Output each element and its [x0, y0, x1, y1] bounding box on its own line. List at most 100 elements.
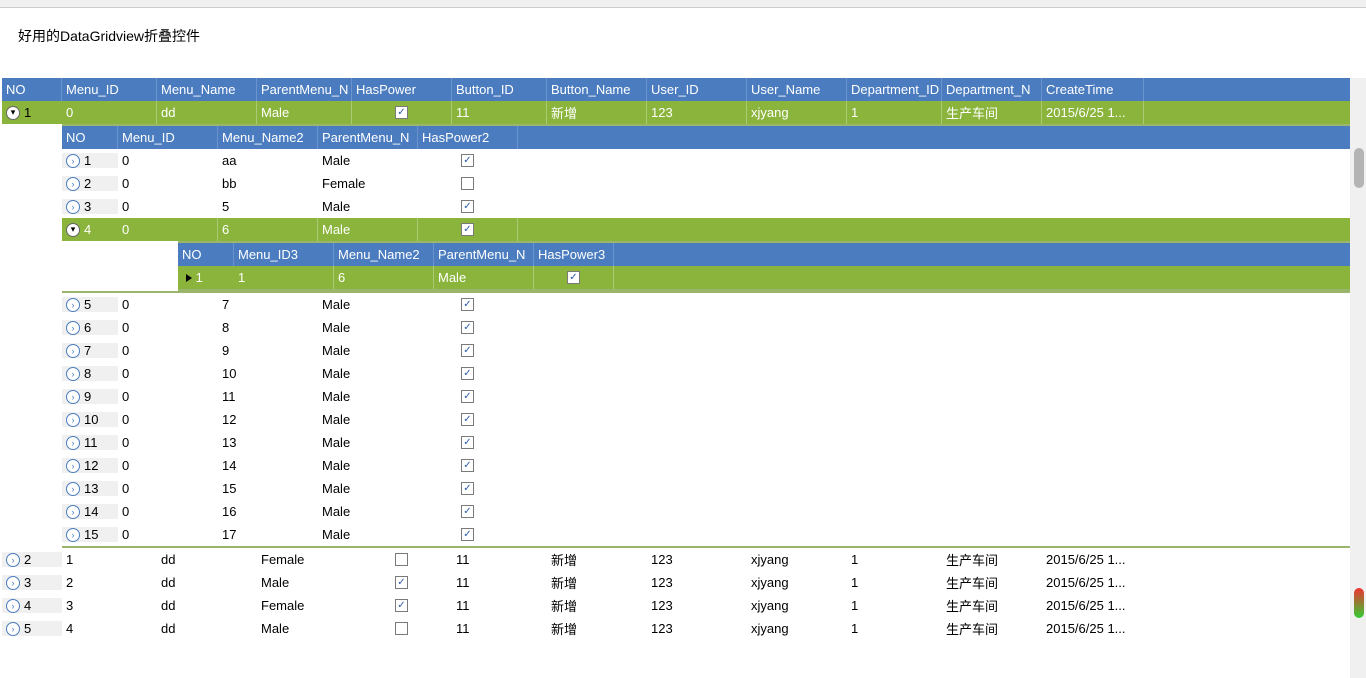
row-header[interactable]: ›2: [62, 176, 118, 191]
checkbox-icon[interactable]: [395, 553, 408, 566]
expand-icon[interactable]: ›: [6, 553, 20, 567]
table-row[interactable]: ›709Male: [62, 339, 1364, 362]
col-header[interactable]: Menu_Name: [157, 78, 257, 101]
expand-icon[interactable]: ›: [66, 154, 80, 168]
col-header[interactable]: User_Name: [747, 78, 847, 101]
table-row[interactable]: ▾10ddMale11新增123xjyang1生产车间2015/6/25 1..…: [2, 101, 1364, 124]
row-header[interactable]: ›9: [62, 389, 118, 404]
row-header[interactable]: ›7: [62, 343, 118, 358]
table-row[interactable]: ›20bbFemale: [62, 172, 1364, 195]
table-row[interactable]: ›507Male: [62, 293, 1364, 316]
expand-icon[interactable]: ›: [66, 390, 80, 404]
col-header[interactable]: Menu_ID3: [234, 243, 334, 266]
expand-icon[interactable]: ›: [6, 599, 20, 613]
expand-icon[interactable]: ›: [66, 298, 80, 312]
col-header[interactable]: NO: [2, 78, 62, 101]
table-row[interactable]: ›608Male: [62, 316, 1364, 339]
col-header[interactable]: Menu_Name2: [218, 126, 318, 149]
col-header[interactable]: ParentMenu_N: [318, 126, 418, 149]
table-row[interactable]: 116Male: [178, 266, 1364, 289]
table-row[interactable]: ›9011Male: [62, 385, 1364, 408]
table-row[interactable]: ›32ddMale11新增123xjyang1生产车间2015/6/25 1..…: [2, 571, 1364, 594]
col-header[interactable]: Button_Name: [547, 78, 647, 101]
expand-icon[interactable]: ›: [66, 200, 80, 214]
table-row[interactable]: ›305Male: [62, 195, 1364, 218]
table-row[interactable]: ›13015Male: [62, 477, 1364, 500]
expand-icon[interactable]: ›: [66, 436, 80, 450]
col-header[interactable]: ParentMenu_N: [434, 243, 534, 266]
row-header[interactable]: ›5: [2, 621, 62, 636]
col-header[interactable]: Menu_ID: [62, 78, 157, 101]
checkbox-icon[interactable]: [461, 436, 474, 449]
checkbox-icon[interactable]: [395, 106, 408, 119]
checkbox-icon[interactable]: [461, 200, 474, 213]
checkbox-icon[interactable]: [461, 505, 474, 518]
expand-icon[interactable]: ›: [66, 367, 80, 381]
row-header[interactable]: ›2: [2, 552, 62, 567]
checkbox-icon[interactable]: [461, 390, 474, 403]
checkbox-icon[interactable]: [395, 599, 408, 612]
checkbox-icon[interactable]: [461, 344, 474, 357]
row-header[interactable]: ›10: [62, 412, 118, 427]
row-header[interactable]: ›3: [2, 575, 62, 590]
table-row[interactable]: ▾406Male: [62, 218, 1364, 241]
checkbox-icon[interactable]: [395, 622, 408, 635]
collapse-icon[interactable]: ▾: [6, 106, 20, 120]
expand-icon[interactable]: ›: [6, 576, 20, 590]
row-header[interactable]: ›4: [2, 598, 62, 613]
col-header[interactable]: CreateTime: [1042, 78, 1144, 101]
row-header[interactable]: ›6: [62, 320, 118, 335]
checkbox-icon[interactable]: [461, 528, 474, 541]
col-header[interactable]: NO: [178, 243, 234, 266]
col-header[interactable]: NO: [62, 126, 118, 149]
row-header[interactable]: ›3: [62, 199, 118, 214]
col-header[interactable]: ParentMenu_N: [257, 78, 352, 101]
table-row[interactable]: ›21ddFemale11新增123xjyang1生产车间2015/6/25 1…: [2, 548, 1364, 571]
col-header[interactable]: Department_ID: [847, 78, 942, 101]
checkbox-icon[interactable]: [461, 177, 474, 190]
col-header[interactable]: HasPower: [352, 78, 452, 101]
col-header[interactable]: Button_ID: [452, 78, 547, 101]
vertical-scrollbar[interactable]: [1350, 78, 1366, 678]
expand-icon[interactable]: ›: [66, 505, 80, 519]
expand-icon[interactable]: ›: [66, 459, 80, 473]
row-header[interactable]: ›13: [62, 481, 118, 496]
table-row[interactable]: ›10aaMale: [62, 149, 1364, 172]
checkbox-icon[interactable]: [461, 321, 474, 334]
collapse-icon[interactable]: ▾: [66, 223, 80, 237]
scroll-thumb[interactable]: [1354, 148, 1364, 188]
table-row[interactable]: ›14016Male: [62, 500, 1364, 523]
col-header[interactable]: User_ID: [647, 78, 747, 101]
checkbox-icon[interactable]: [461, 459, 474, 472]
row-header[interactable]: ›15: [62, 527, 118, 542]
row-header[interactable]: ▾4: [62, 222, 118, 237]
checkbox-icon[interactable]: [461, 154, 474, 167]
checkbox-icon[interactable]: [567, 271, 580, 284]
checkbox-icon[interactable]: [461, 298, 474, 311]
table-row[interactable]: ›8010Male: [62, 362, 1364, 385]
table-row[interactable]: ›12014Male: [62, 454, 1364, 477]
expand-icon[interactable]: ›: [6, 622, 20, 636]
checkbox-icon[interactable]: [461, 413, 474, 426]
table-row[interactable]: ›10012Male: [62, 408, 1364, 431]
checkbox-icon[interactable]: [395, 576, 408, 589]
expand-icon[interactable]: ›: [66, 177, 80, 191]
row-header[interactable]: 1: [178, 270, 234, 285]
row-header[interactable]: ›12: [62, 458, 118, 473]
expand-icon[interactable]: ›: [66, 482, 80, 496]
checkbox-icon[interactable]: [461, 223, 474, 236]
row-header[interactable]: ›5: [62, 297, 118, 312]
table-row[interactable]: ›54ddMale11新增123xjyang1生产车间2015/6/25 1..…: [2, 617, 1364, 640]
row-header[interactable]: ›8: [62, 366, 118, 381]
expand-icon[interactable]: ›: [66, 321, 80, 335]
col-header[interactable]: HasPower3: [534, 243, 614, 266]
col-header[interactable]: Department_N: [942, 78, 1042, 101]
table-row[interactable]: ›43ddFemale11新增123xjyang1生产车间2015/6/25 1…: [2, 594, 1364, 617]
checkbox-icon[interactable]: [461, 482, 474, 495]
checkbox-icon[interactable]: [461, 367, 474, 380]
row-header[interactable]: ▾1: [2, 105, 62, 120]
row-header[interactable]: ›14: [62, 504, 118, 519]
col-header[interactable]: Menu_ID: [118, 126, 218, 149]
expand-icon[interactable]: ›: [66, 344, 80, 358]
table-row[interactable]: ›11013Male: [62, 431, 1364, 454]
